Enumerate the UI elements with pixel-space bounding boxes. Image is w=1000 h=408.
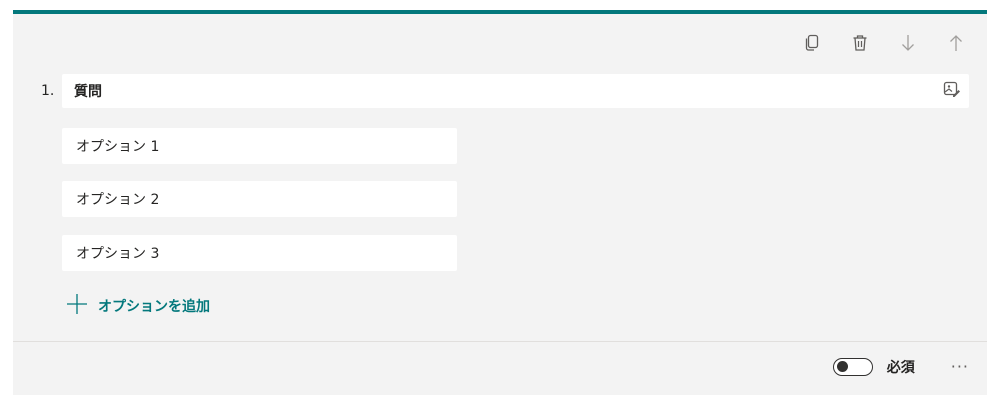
question-title-text: 質問 bbox=[74, 84, 102, 100]
arrow-down-icon bbox=[901, 34, 915, 56]
move-up-button[interactable] bbox=[945, 34, 967, 56]
footer-divider bbox=[13, 341, 987, 342]
question-row: 1. 質問 bbox=[13, 74, 987, 108]
required-label: 必須 bbox=[886, 360, 915, 376]
option-label: オプション 1 bbox=[76, 139, 160, 155]
trash-icon bbox=[852, 34, 868, 56]
move-down-button[interactable] bbox=[897, 34, 919, 56]
insert-media-icon bbox=[943, 80, 961, 102]
delete-question-button[interactable] bbox=[849, 34, 871, 56]
add-option-label: オプションを追加 bbox=[98, 299, 210, 315]
required-toggle[interactable] bbox=[832, 358, 873, 376]
question-toolbar bbox=[801, 34, 967, 56]
option-1-input[interactable]: オプション 1 bbox=[62, 128, 457, 164]
arrow-up-icon bbox=[949, 34, 963, 56]
add-option-button[interactable]: オプションを追加 bbox=[66, 293, 210, 319]
option-2-input[interactable]: オプション 2 bbox=[62, 181, 457, 217]
question-footer: 必須 ··· bbox=[832, 357, 969, 377]
option-label: オプション 2 bbox=[76, 192, 160, 208]
copy-question-button[interactable] bbox=[801, 34, 823, 56]
option-3-input[interactable]: オプション 3 bbox=[62, 235, 457, 271]
question-card: 1. 質問 オプション 1 オプション 2 オプション 3 オプションを追加 必… bbox=[13, 10, 987, 395]
question-number: 1. bbox=[41, 83, 55, 99]
plus-icon bbox=[66, 293, 88, 319]
question-title-input[interactable]: 質問 bbox=[62, 74, 969, 108]
option-label: オプション 3 bbox=[76, 246, 160, 262]
toggle-knob bbox=[836, 361, 848, 372]
more-options-button[interactable]: ··· bbox=[951, 359, 969, 375]
insert-media-button[interactable] bbox=[941, 80, 963, 102]
copy-icon bbox=[804, 34, 820, 56]
